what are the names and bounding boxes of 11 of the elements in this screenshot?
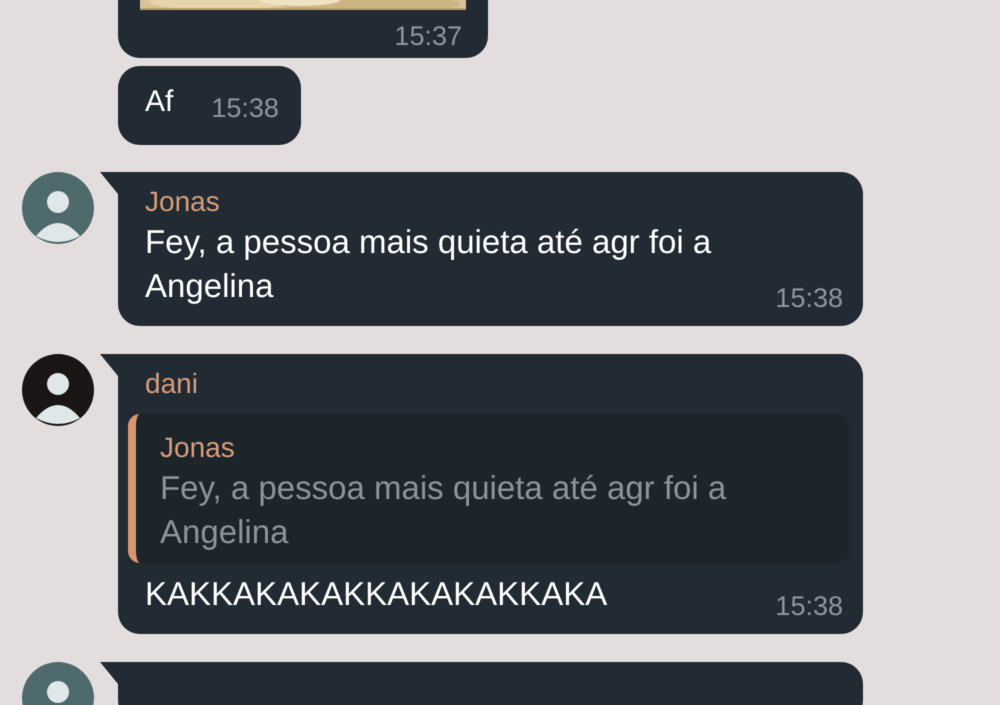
message-time: 15:38 <box>211 92 279 125</box>
message-text: KAKKAKAKAKKAKAKAKKAKA <box>145 574 608 614</box>
message-time: 15:38 <box>775 590 843 623</box>
quoted-text: Fey, a pessoa mais quieta até agr foi a Angelina <box>160 468 728 552</box>
message-text: Fey, a pessoa mais quieta até agr foi a Angelina <box>145 222 712 306</box>
message-text: Af <box>145 84 174 120</box>
message-time: 15:37 <box>394 20 462 53</box>
quoted-sender: Jonas <box>160 431 236 465</box>
sender-name: Jonas <box>145 185 221 219</box>
sender-name: dani <box>145 367 199 401</box>
message-time: 15:38 <box>775 282 843 315</box>
